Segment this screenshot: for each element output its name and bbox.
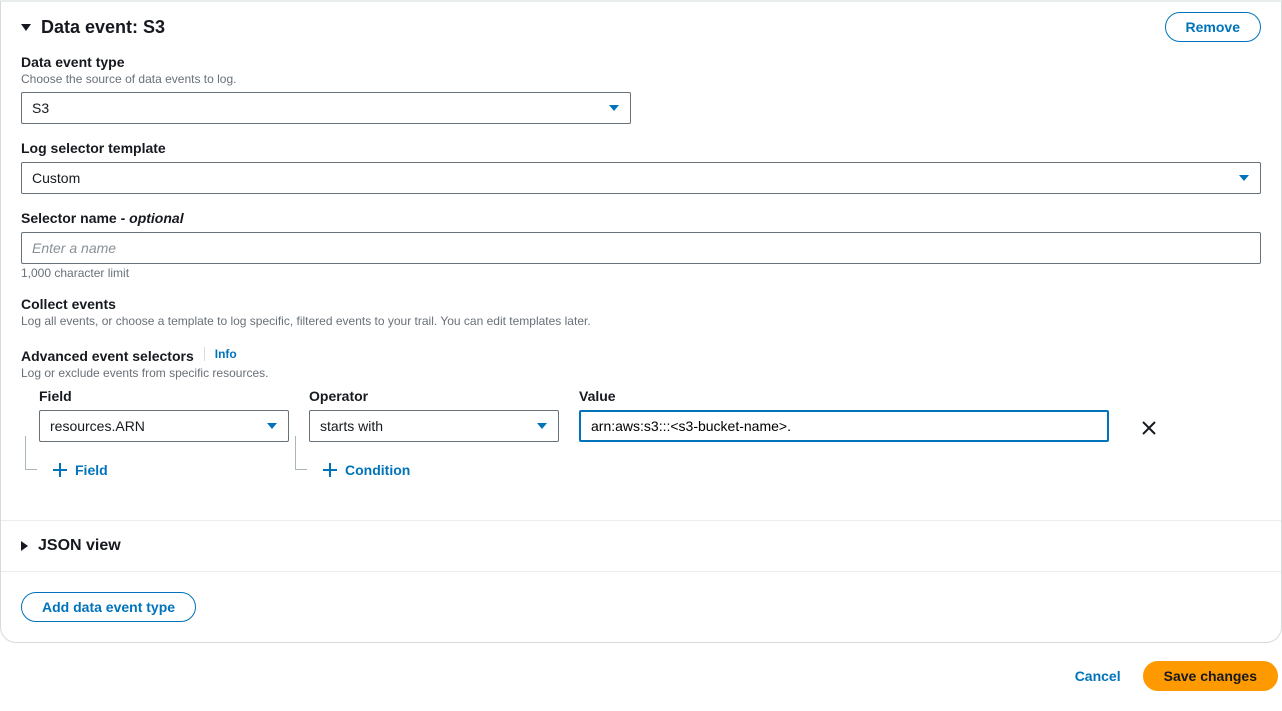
field-column-label: Field (39, 388, 289, 404)
log-selector-select[interactable]: Custom (21, 162, 1261, 194)
collect-events-hint: Log all events, or choose a template to … (21, 314, 1261, 328)
operator-select-value: starts with (320, 418, 383, 434)
field-select[interactable]: resources.ARN (39, 410, 289, 442)
add-condition-button[interactable]: Condition (309, 462, 559, 478)
json-view-toggle[interactable]: JSON view (1, 521, 1281, 571)
plus-icon (53, 463, 67, 477)
log-selector-label: Log selector template (21, 140, 1261, 156)
connector-line (25, 436, 37, 470)
collect-events-label: Collect events (21, 296, 1261, 312)
data-event-title: Data event: S3 (41, 17, 165, 38)
selector-name-input[interactable] (21, 232, 1261, 264)
remove-button[interactable]: Remove (1165, 12, 1261, 42)
cancel-button[interactable]: Cancel (1075, 668, 1121, 684)
caret-right-icon (21, 541, 28, 551)
close-icon (1141, 420, 1157, 436)
data-event-header-toggle[interactable]: Data event: S3 (21, 17, 165, 38)
json-view-label: JSON view (38, 537, 121, 555)
log-selector-value: Custom (32, 170, 80, 186)
caret-down-icon (21, 24, 31, 31)
operator-select[interactable]: starts with (309, 410, 559, 442)
advanced-selectors-label: Advanced event selectors (21, 348, 194, 364)
selector-name-label: Selector name - optional (21, 210, 1261, 226)
data-event-type-value: S3 (32, 100, 49, 116)
add-data-event-type-button[interactable]: Add data event type (21, 592, 196, 622)
data-event-type-hint: Choose the source of data events to log. (21, 72, 1261, 86)
value-column-label: Value (579, 388, 1109, 404)
connector-line (295, 436, 307, 470)
value-input[interactable] (579, 410, 1109, 442)
add-field-button[interactable]: Field (39, 462, 289, 478)
plus-icon (323, 463, 337, 477)
operator-column-label: Operator (309, 388, 559, 404)
advanced-selectors-hint: Log or exclude events from specific reso… (21, 366, 1261, 380)
remove-row-button[interactable] (1129, 412, 1169, 444)
advanced-selectors-info-link[interactable]: Info (204, 347, 237, 361)
data-event-type-label: Data event type (21, 54, 1261, 70)
save-changes-button[interactable]: Save changes (1143, 661, 1278, 691)
selector-name-limit: 1,000 character limit (21, 266, 1261, 280)
field-select-value: resources.ARN (50, 418, 145, 434)
data-event-type-select[interactable]: S3 (21, 92, 631, 124)
